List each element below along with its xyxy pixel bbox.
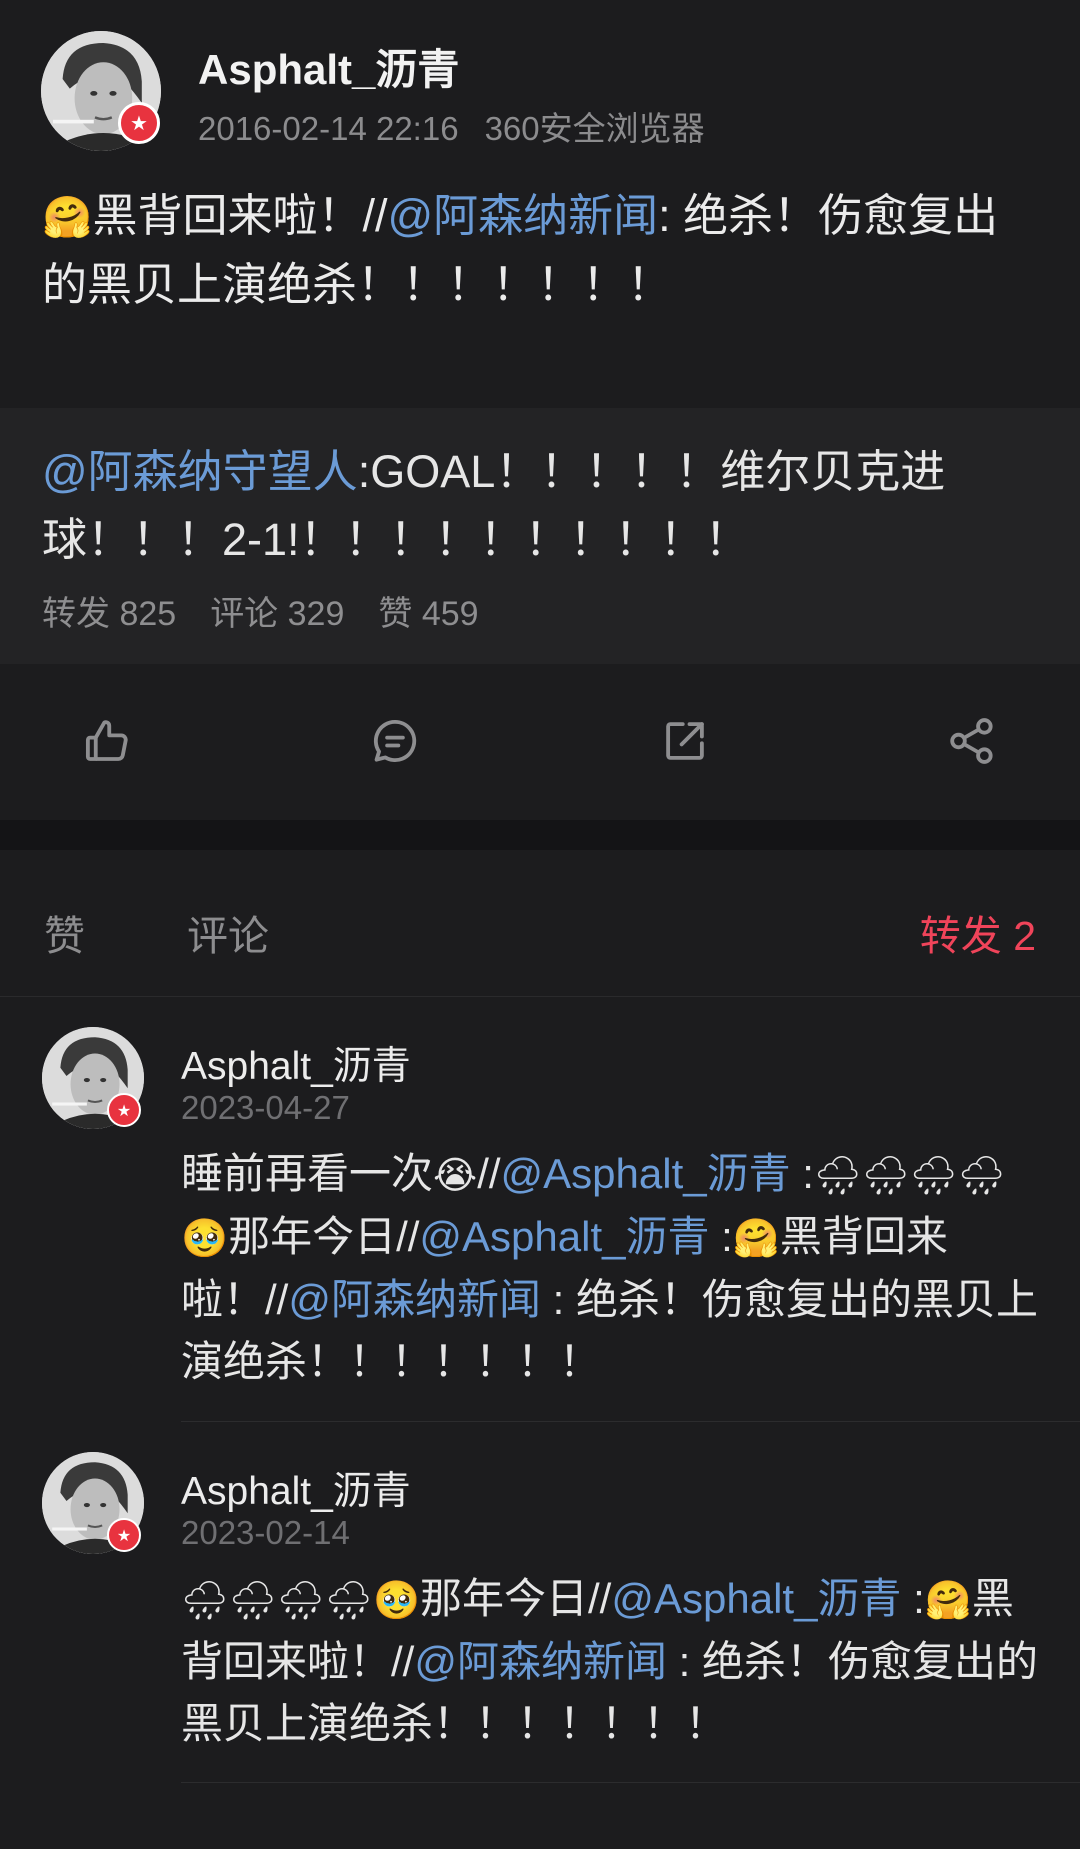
holding-tears-emoji-icon: 🥹 [181,1216,229,1260]
divider [181,1782,1080,1783]
post-timestamp: 2016-02-14 22:16 [198,110,459,147]
tab-likes[interactable]: 赞 [44,902,85,962]
comment-username[interactable]: Asphalt_沥青 [181,1460,411,1516]
comment-text-part: // [477,1150,501,1197]
mention-link[interactable]: @阿森纳新闻 [414,1638,667,1685]
crying-emoji-icon: 😭 [433,1153,478,1197]
action-bar [0,664,1080,820]
rain-cloud-emoji-icon: 🌧🌧🌧🌧 [181,1578,373,1622]
comment-text: 睡前再看一次😭//@Asphalt_沥青 :🌧🌧🌧🌧🥹那年今日//@Asphal… [181,1143,1041,1393]
interaction-tabs: 赞 评论 转发 2 [0,850,1080,997]
like-count: 赞 459 [378,595,479,633]
share-nodes-icon [950,718,993,764]
comment-date: 2023-04-27 [181,1089,350,1126]
tab-reposts[interactable]: 转发 2 [920,902,1036,962]
comment-text-part: : [901,1575,925,1622]
comment-date: 2023-02-14 [181,1514,350,1551]
post-card: ★ Asphalt_沥青 2016-02-14 22:16 360安全浏览器 🤗黑… [0,0,1080,408]
comment-count: 评论 329 [210,595,345,633]
comment-text-part: : [790,1150,814,1197]
repost-button[interactable] [650,706,720,776]
mention-link[interactable]: @阿森纳守望人 [42,446,358,497]
mention-link[interactable]: @阿森纳新闻 [288,1276,541,1323]
mention-link[interactable]: @Asphalt_沥青 [501,1150,791,1197]
comment-text: 🌧🌧🌧🌧🥹那年今日//@Asphalt_沥青 :🤗黑背回来啦！//@阿森纳新闻 … [181,1568,1041,1755]
original-post-stats: 转发 825 评论 329 赞 459 [42,586,479,635]
post-meta: 2016-02-14 22:16 360安全浏览器 [198,102,705,150]
repost-count: 转发 825 [42,595,177,633]
mention-link[interactable]: @阿森纳新闻 [387,190,658,241]
hug-emoji-icon: 🤗 [732,1216,780,1260]
like-button[interactable] [72,706,142,776]
mention-link[interactable]: @Asphalt_沥青 [419,1213,709,1260]
comment-text-part: : [709,1213,733,1260]
verified-star-icon: ★ [107,1093,141,1127]
share-button[interactable] [937,706,1007,776]
original-post-text: @阿森纳守望人:GOAL！！！！！维尔贝克进球！！！2-1!！！！！！！！！！！ [42,438,1042,574]
original-post-block[interactable]: @阿森纳守望人:GOAL！！！！！维尔贝克进球！！！2-1!！！！！！！！！！！… [0,408,1080,664]
mention-link[interactable]: @Asphalt_沥青 [611,1575,901,1622]
comment-bubble-icon [373,719,417,763]
comment-button[interactable] [360,706,430,776]
tab-comments[interactable]: 评论 [187,902,269,962]
comment-text-part: 那年今日// [420,1575,612,1622]
post-source: 360安全浏览器 [484,110,705,147]
comment-text-part: 那年今日// [228,1213,420,1260]
weibo-post-page: ★ Asphalt_沥青 2016-02-14 22:16 360安全浏览器 🤗黑… [0,0,1080,1849]
rain-cloud-emoji-icon: 🌧🌧🌧🌧 [813,1153,1006,1197]
hug-emoji-icon: 🤗 [42,193,93,241]
divider [181,1421,1080,1422]
post-body: 🤗黑背回来啦！//@阿森纳新闻: 绝杀！伤愈复出的黑贝上演绝杀！！！！！！！ [42,182,1042,319]
holding-tears-emoji-icon: 🥹 [372,1578,420,1622]
repost-list: ★ Asphalt_沥青 2023-04-27 睡前再看一次😭//@Asphal… [0,997,1080,1849]
post-username[interactable]: Asphalt_沥青 [198,36,459,97]
share-out-icon [666,722,704,760]
comment-text-part: 睡前再看一次 [181,1150,434,1197]
hug-emoji-icon: 🤗 [924,1578,972,1622]
comment-username[interactable]: Asphalt_沥青 [181,1035,411,1091]
verified-star-icon: ★ [107,1518,141,1552]
post-text-part: 黑背回来啦！// [92,190,388,241]
verified-star-icon: ★ [118,102,160,144]
thumbs-up-icon [85,720,128,761]
